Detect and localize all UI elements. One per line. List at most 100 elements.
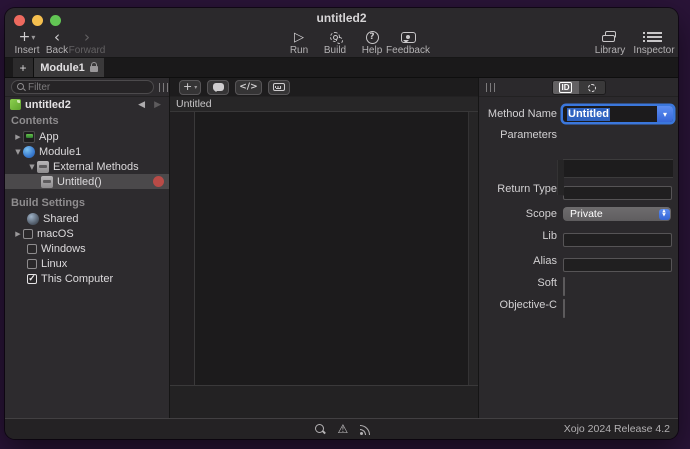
add-item-button[interactable]: + ▾ — [179, 80, 201, 95]
history-forward-icon[interactable]: ▶ — [154, 100, 161, 110]
inspector-form: Method Name Untitled ▾ Parameters — [479, 97, 678, 322]
macos-checkbox[interactable] — [23, 229, 33, 239]
inspector-panel: ID Method Name Untitled ▾ — [479, 78, 678, 418]
linux-checkbox[interactable] — [27, 259, 37, 269]
tab-label: Module1 — [40, 62, 85, 74]
filter-field[interactable] — [11, 80, 154, 94]
code-area[interactable] — [195, 112, 468, 385]
editor-toolbar: + ▾ </> — [170, 78, 478, 97]
search-errors-icon[interactable] — [315, 424, 326, 435]
parameters-scroll-track[interactable] — [557, 160, 564, 195]
forward-button[interactable]: › Forward — [65, 29, 109, 56]
history-back-icon[interactable]: ◀ — [138, 100, 145, 110]
shared-settings-icon — [27, 213, 39, 225]
code-icon: </> — [239, 82, 257, 92]
advanced-segment[interactable] — [579, 81, 605, 94]
alias-row: Alias — [479, 254, 678, 272]
lib-row: Lib — [479, 229, 678, 247]
tab-module1[interactable]: Module1 — [34, 58, 104, 77]
app-icon — [23, 131, 35, 143]
traffic-lights — [14, 15, 61, 26]
editor-header: Untitled — [170, 97, 478, 112]
inspector-segmented-control: ID — [552, 80, 606, 95]
window-chrome: untitled2 +▾ Insert ‹ Back › Forward ▷ R… — [5, 8, 678, 58]
contents-section-title: Contents — [5, 112, 169, 129]
zoom-window-button[interactable] — [50, 15, 61, 26]
disclosure-open-icon[interactable]: ▼ — [27, 163, 37, 171]
code-editor[interactable] — [170, 112, 478, 385]
desktop-background: untitled2 +▾ Insert ‹ Back › Forward ▷ R… — [0, 0, 690, 449]
tree-item-external-methods[interactable]: ▼ External Methods — [5, 159, 169, 174]
soft-label: Soft — [479, 278, 563, 296]
content-area: untitled2 ◀ ▶ Contents ▶ App ▼ Module1 — [5, 78, 678, 418]
tree-item-app[interactable]: ▶ App — [5, 129, 169, 144]
module-icon — [23, 146, 35, 158]
titlebar: untitled2 — [5, 8, 678, 28]
close-window-button[interactable] — [14, 15, 25, 26]
back-icon: ‹ — [54, 29, 60, 45]
objective-c-label: Objective-C — [479, 300, 563, 318]
objective-c-row: Objective-C — [479, 300, 678, 318]
build-item-shared[interactable]: Shared — [5, 211, 169, 226]
parameters-textarea[interactable] — [564, 128, 673, 173]
inspector-button[interactable]: Inspector — [632, 29, 676, 56]
return-type-input[interactable] — [563, 186, 672, 200]
project-document-icon — [10, 99, 21, 110]
inspector-drag-handle-icon[interactable] — [486, 83, 495, 92]
keyboard-shortcuts-button[interactable] — [268, 80, 290, 95]
build-item-macos[interactable]: ▶ macOS — [5, 226, 169, 241]
code-view-button[interactable]: </> — [235, 80, 261, 95]
help-icon: ? — [366, 31, 379, 44]
disclosure-closed-icon[interactable]: ▶ — [13, 133, 23, 141]
objective-c-checkbox[interactable] — [563, 299, 565, 318]
method-name-value: Untitled — [567, 108, 610, 121]
filter-input[interactable] — [28, 82, 148, 93]
soft-checkbox[interactable] — [563, 277, 565, 296]
status-icons: ⚠ — [315, 423, 373, 435]
method-name-combobox[interactable]: Untitled ▾ — [563, 106, 673, 122]
feed-icon[interactable] — [360, 424, 372, 435]
lib-label: Lib — [479, 229, 563, 247]
navigator-panel: untitled2 ◀ ▶ Contents ▶ App ▼ Module1 — [5, 78, 170, 418]
alias-input[interactable] — [563, 258, 672, 272]
this-computer-checkbox[interactable]: ✓ — [27, 274, 37, 284]
tree-item-module1[interactable]: ▼ Module1 — [5, 144, 169, 159]
build-item-windows[interactable]: Windows — [5, 241, 169, 256]
scope-row: Scope Private ▲ ▼ — [479, 207, 678, 222]
parameters-label: Parameters — [479, 128, 563, 173]
popup-stepper-icon: ▲ ▼ — [659, 209, 670, 220]
build-item-this-computer[interactable]: ✓ This Computer — [5, 271, 169, 286]
chevron-down-icon: ▾ — [194, 84, 197, 91]
scope-value: Private — [570, 208, 603, 220]
library-button[interactable]: Library — [588, 29, 632, 56]
version-label: Xojo 2024 Release 4.2 — [564, 423, 670, 435]
editor-bottom-pane — [170, 385, 478, 418]
disclosure-closed-icon[interactable]: ▶ — [13, 230, 23, 238]
project-header[interactable]: untitled2 ◀ ▶ — [5, 97, 169, 112]
tree-item-untitled-method[interactable]: Untitled() — [5, 174, 169, 189]
warnings-icon[interactable]: ⚠ — [338, 423, 349, 435]
windows-checkbox[interactable] — [27, 244, 37, 254]
gear-icon — [588, 84, 596, 92]
id-segment[interactable]: ID — [553, 81, 579, 94]
editor-scrollbar[interactable] — [468, 112, 478, 385]
error-indicator — [153, 176, 164, 187]
minimize-window-button[interactable] — [32, 15, 43, 26]
status-bar: ⚠ Xojo 2024 Release 4.2 — [5, 418, 678, 439]
tab-bar: + Module1 — [5, 58, 678, 78]
alias-label: Alias — [479, 254, 563, 272]
navigator-drag-handle-icon[interactable] — [159, 83, 168, 92]
scope-popup[interactable]: Private ▲ ▼ — [563, 207, 671, 221]
main-toolbar: +▾ Insert ‹ Back › Forward ▷ Run Bui — [5, 28, 678, 57]
scope-label: Scope — [479, 207, 563, 222]
combo-dropdown-button[interactable]: ▾ — [657, 106, 673, 122]
comment-button[interactable] — [207, 80, 229, 95]
soft-row: Soft — [479, 278, 678, 296]
method-icon — [37, 161, 49, 173]
add-tab-button[interactable]: + — [13, 58, 34, 77]
lib-input[interactable] — [563, 233, 672, 247]
plus-icon: + — [183, 80, 192, 94]
feedback-button[interactable]: Feedback — [386, 29, 430, 56]
disclosure-open-icon[interactable]: ▼ — [13, 148, 23, 156]
build-item-linux[interactable]: Linux — [5, 256, 169, 271]
